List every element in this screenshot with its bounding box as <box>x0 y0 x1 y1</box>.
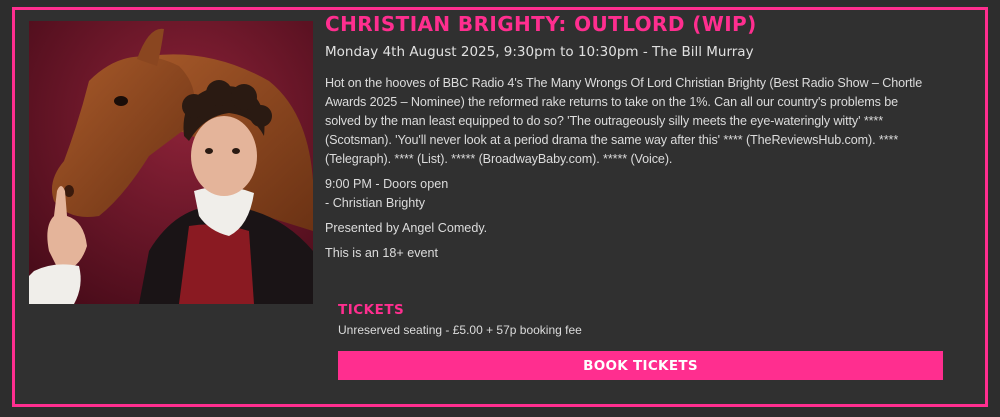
event-date-venue: Monday 4th August 2025, 9:30pm to 10:30p… <box>325 44 754 60</box>
age-notice: This is an 18+ event <box>325 246 439 260</box>
event-title: CHRISTIAN BRIGHTY: OUTLORD (WIP) <box>325 12 757 36</box>
lineup-item: 9:00 PM - Doors open <box>325 177 449 191</box>
performer-with-horse-image <box>29 21 313 304</box>
event-lineup: 9:00 PM - Doors open - Christian Brighty <box>325 175 935 213</box>
event-details: CHRISTIAN BRIGHTY: OUTLORD (WIP) Monday … <box>325 10 935 263</box>
book-tickets-button[interactable]: BOOK TICKETS <box>338 351 943 380</box>
presented-by: Presented by Angel Comedy. <box>325 221 488 235</box>
tickets-heading: TICKETS <box>338 302 405 318</box>
event-photo <box>29 21 313 304</box>
lineup-item: - Christian Brighty <box>325 196 426 210</box>
event-description: Hot on the hooves of BBC Radio 4's The M… <box>325 76 923 166</box>
ticket-pricing: Unreserved seating - £5.00 + 57p booking… <box>338 323 582 337</box>
